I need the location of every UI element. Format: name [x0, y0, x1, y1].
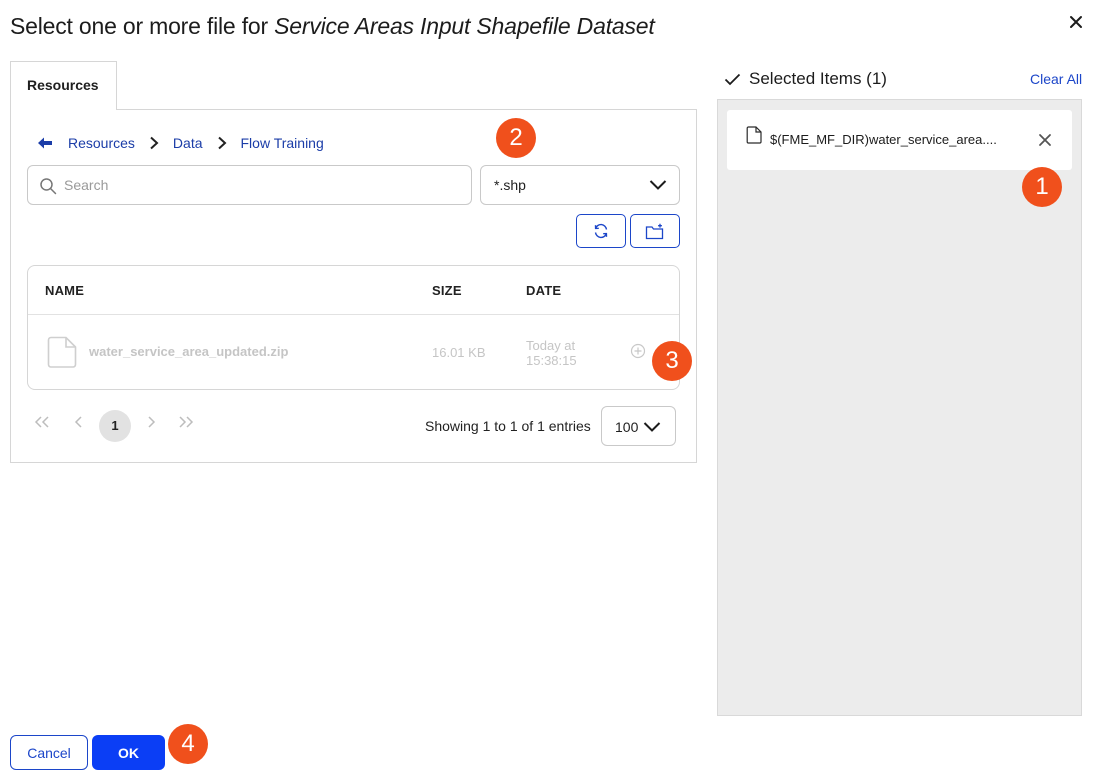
refresh-icon	[594, 223, 608, 239]
file-size: 16.01 KB	[432, 345, 486, 360]
column-header-name[interactable]: NAME	[45, 283, 84, 298]
next-page-icon[interactable]	[146, 415, 156, 429]
breadcrumb: Resources Data Flow Training	[37, 133, 324, 153]
file-table: NAME SIZE DATE water_service_area_update…	[27, 265, 680, 390]
first-page-icon[interactable]	[34, 415, 50, 429]
callout-badge-4: 4	[168, 724, 208, 764]
new-folder-button[interactable]	[630, 214, 680, 248]
back-arrow-icon[interactable]	[37, 136, 53, 150]
previous-page-icon[interactable]	[74, 415, 84, 429]
cancel-button[interactable]: Cancel	[10, 735, 88, 770]
search-input[interactable]	[64, 174, 454, 196]
entries-summary: Showing 1 to 1 of 1 entries	[425, 418, 591, 434]
chevron-down-icon	[643, 422, 661, 432]
breadcrumb-resources[interactable]: Resources	[68, 135, 135, 151]
callout-badge-3: 3	[652, 341, 692, 381]
dialog-title-prefix: Select one or more file for	[10, 13, 275, 39]
breadcrumb-data[interactable]: Data	[173, 135, 203, 151]
page-size-select[interactable]: 100	[601, 406, 676, 446]
page-number-1[interactable]: 1	[99, 410, 131, 442]
last-page-icon[interactable]	[178, 415, 194, 429]
add-circle-icon[interactable]	[630, 343, 646, 359]
selected-item-path: $(FME_MF_DIR)water_service_area....	[770, 132, 997, 147]
close-icon[interactable]	[1066, 12, 1086, 32]
file-icon	[47, 336, 77, 368]
remove-icon[interactable]	[1038, 133, 1052, 147]
callout-badge-1: 1	[1022, 167, 1062, 207]
file-date: Today at 15:38:15	[526, 338, 577, 368]
new-folder-icon	[645, 223, 664, 239]
file-filter-select[interactable]: *.shp	[480, 165, 680, 205]
refresh-button[interactable]	[576, 214, 626, 248]
search-box	[27, 165, 472, 205]
checkmark-icon	[724, 73, 741, 85]
chevron-right-icon	[217, 136, 226, 150]
file-icon	[746, 126, 762, 144]
dialog-title: Select one or more file for Service Area…	[10, 13, 655, 40]
tab-resources[interactable]: Resources	[10, 61, 117, 110]
file-filter-value: *.shp	[494, 177, 526, 193]
search-icon	[40, 178, 57, 195]
ok-button[interactable]: OK	[92, 735, 165, 770]
callout-badge-2: 2	[496, 118, 536, 158]
selected-items-header: Selected Items (1)	[724, 69, 887, 89]
chevron-right-icon	[150, 136, 159, 150]
page-size-value: 100	[615, 419, 639, 435]
chevron-down-icon	[649, 180, 667, 190]
dialog-title-dataset: Service Areas Input Shapefile Dataset	[274, 13, 655, 39]
file-name: water_service_area_updated.zip	[89, 344, 289, 359]
selected-items-title: Selected Items (1)	[749, 69, 887, 88]
breadcrumb-flow-training[interactable]: Flow Training	[241, 135, 324, 151]
clear-all-link[interactable]: Clear All	[1030, 71, 1082, 87]
column-header-date[interactable]: DATE	[526, 283, 561, 298]
column-header-size[interactable]: SIZE	[432, 283, 462, 298]
table-row[interactable]: water_service_area_updated.zip 16.01 KB …	[28, 315, 679, 389]
selected-item: $(FME_MF_DIR)water_service_area....	[727, 110, 1072, 170]
